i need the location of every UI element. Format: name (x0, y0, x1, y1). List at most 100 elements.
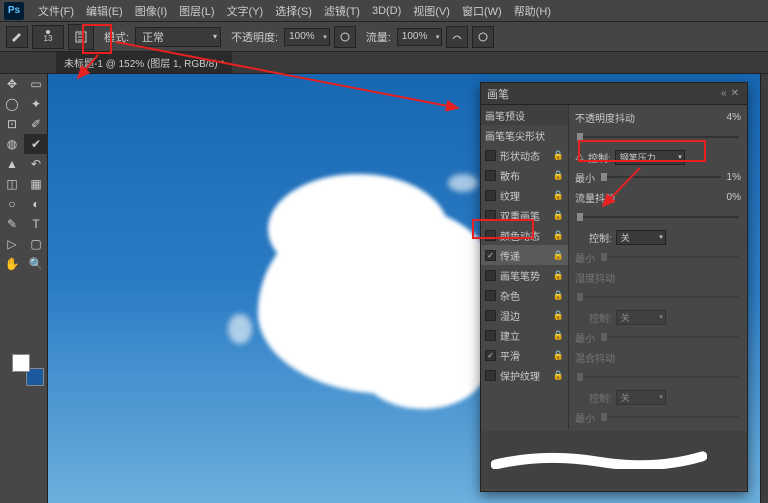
scatter-row[interactable]: 散布🔒 (481, 165, 568, 185)
checkbox[interactable] (485, 270, 496, 281)
brush-settings-area: 不透明度抖动4% ⚠控制:钢笔压力 最小1% 流量抖动0% 控制:关 最小 湿度… (569, 105, 747, 429)
path-select-tool[interactable]: ▷ (0, 234, 24, 254)
dodge-tool[interactable]: ◐ (24, 194, 48, 214)
menu-image[interactable]: 图像(I) (129, 3, 173, 19)
checkbox[interactable] (485, 330, 496, 341)
lock-icon[interactable]: 🔒 (553, 230, 564, 241)
shape-dynamics-row[interactable]: 形状动态🔒 (481, 145, 568, 165)
menu-edit[interactable]: 编辑(E) (80, 3, 129, 19)
brush-tip-row[interactable]: 画笔笔尖形状 (481, 125, 568, 145)
menu-filter[interactable]: 滤镜(T) (318, 3, 366, 19)
lock-icon[interactable]: 🔒 (553, 190, 564, 201)
document-tab[interactable]: 未标题-1 @ 152% (图层 1, RGB/8) * (56, 52, 232, 73)
checkbox[interactable] (485, 150, 496, 161)
brush-tool[interactable]: ✔ (24, 134, 48, 154)
panel-menu-icon[interactable]: « (719, 88, 729, 99)
brush-preview (481, 431, 747, 489)
menu-3d[interactable]: 3D(D) (366, 5, 407, 17)
dual-brush-row[interactable]: 双重画笔🔒 (481, 205, 568, 225)
smoothing-row[interactable]: ✓平滑🔒 (481, 345, 568, 365)
lock-icon[interactable]: 🔒 (553, 310, 564, 321)
menu-window[interactable]: 窗口(W) (456, 3, 508, 19)
menu-help[interactable]: 帮助(H) (508, 3, 557, 19)
gradient-tool[interactable]: ▦ (24, 174, 48, 194)
wet-edges-row[interactable]: 湿边🔒 (481, 305, 568, 325)
panel-title: 画笔 (487, 86, 719, 102)
move-tool[interactable]: ✥ (0, 74, 24, 94)
panel-titlebar[interactable]: 画笔 « ✕ (481, 83, 747, 105)
brush-preset-row[interactable]: 画笔预设 (481, 105, 568, 125)
lasso-tool[interactable]: ◯ (0, 94, 24, 114)
lock-icon[interactable]: 🔒 (553, 250, 564, 261)
flow-jitter-slider[interactable] (577, 216, 739, 218)
brush-pose-row[interactable]: 画笔笔势🔒 (481, 265, 568, 285)
opacity-value[interactable]: 100% (284, 28, 330, 46)
airbrush-icon[interactable] (446, 26, 468, 48)
pen-tool[interactable]: ✎ (0, 214, 24, 234)
checkbox[interactable] (485, 370, 496, 381)
history-brush-tool[interactable]: ↶ (24, 154, 48, 174)
panel-close-icon[interactable]: ✕ (729, 88, 741, 99)
menu-file[interactable]: 文件(F) (32, 3, 80, 19)
wand-tool[interactable]: ✦ (24, 94, 48, 114)
control-dropdown-pen[interactable]: 钢笔压力 (615, 150, 685, 165)
marquee-tool[interactable]: ▭ (24, 74, 48, 94)
control-dropdown-off[interactable]: 关 (616, 230, 666, 245)
blur-tool[interactable]: ○ (0, 194, 24, 214)
checkbox[interactable] (485, 190, 496, 201)
checkbox[interactable] (485, 170, 496, 181)
brush-size-picker[interactable]: 13 (32, 25, 64, 49)
tablet-pressure-icon[interactable] (472, 26, 494, 48)
opacity-jitter-value[interactable]: 4% (727, 112, 741, 123)
color-swatches[interactable] (12, 354, 44, 386)
lock-icon[interactable]: 🔒 (553, 290, 564, 301)
lock-icon[interactable]: 🔒 (553, 330, 564, 341)
canvas-gutter (760, 74, 768, 503)
stamp-tool[interactable]: ▲ (0, 154, 24, 174)
eraser-tool[interactable]: ◫ (0, 174, 24, 194)
min-value[interactable]: 1% (727, 172, 741, 183)
menu-type[interactable]: 文字(Y) (221, 3, 270, 19)
checkbox-checked[interactable]: ✓ (485, 350, 496, 361)
lock-icon[interactable]: 🔒 (553, 170, 564, 181)
noise-row[interactable]: 杂色🔒 (481, 285, 568, 305)
type-tool[interactable]: T (24, 214, 48, 234)
zoom-tool[interactable]: 🔍 (24, 254, 48, 274)
document-tab-label: 未标题-1 @ 152% (图层 1, RGB/8) * (64, 55, 224, 70)
menu-layer[interactable]: 图层(L) (173, 3, 220, 19)
flow-jitter-value[interactable]: 0% (727, 192, 741, 203)
lock-icon[interactable]: 🔒 (553, 210, 564, 221)
transfer-row[interactable]: ✓传递🔒 (481, 245, 568, 265)
lock-icon[interactable]: 🔒 (553, 150, 564, 161)
checkbox[interactable] (485, 210, 496, 221)
lock-icon[interactable]: 🔒 (553, 350, 564, 361)
foreground-color[interactable] (12, 354, 30, 372)
lock-icon[interactable]: 🔒 (553, 270, 564, 281)
checkbox[interactable] (485, 290, 496, 301)
protect-texture-row[interactable]: 保护纹理🔒 (481, 365, 568, 385)
min-slider[interactable] (601, 176, 721, 178)
slider-disabled (601, 336, 739, 338)
shape-tool[interactable]: ▢ (24, 234, 48, 254)
checkbox[interactable] (485, 230, 496, 241)
texture-row[interactable]: 纹理🔒 (481, 185, 568, 205)
lock-icon[interactable]: 🔒 (553, 370, 564, 381)
opacity-jitter-slider[interactable] (577, 136, 739, 138)
opacity-pressure-icon[interactable] (334, 26, 356, 48)
brush-panel-toggle[interactable] (68, 24, 94, 50)
eyedropper-tool[interactable]: ✐ (24, 114, 48, 134)
flow-value[interactable]: 100% (397, 28, 443, 46)
menu-select[interactable]: 选择(S) (269, 3, 318, 19)
mode-dropdown[interactable]: 正常 (135, 27, 221, 47)
spot-heal-tool[interactable]: ◍ (0, 134, 24, 154)
hand-tool[interactable]: ✋ (0, 254, 24, 274)
checkbox[interactable] (485, 310, 496, 321)
crop-tool[interactable]: ⊡ (0, 114, 24, 134)
menu-view[interactable]: 视图(V) (407, 3, 456, 19)
min-slider-disabled (601, 256, 739, 258)
checkbox-checked[interactable]: ✓ (485, 250, 496, 261)
color-dynamics-row[interactable]: 颜色动态🔒 (481, 225, 568, 245)
tool-preset-icon[interactable] (6, 26, 28, 48)
buildup-row[interactable]: 建立🔒 (481, 325, 568, 345)
control-label-disabled: 控制: (589, 310, 612, 325)
